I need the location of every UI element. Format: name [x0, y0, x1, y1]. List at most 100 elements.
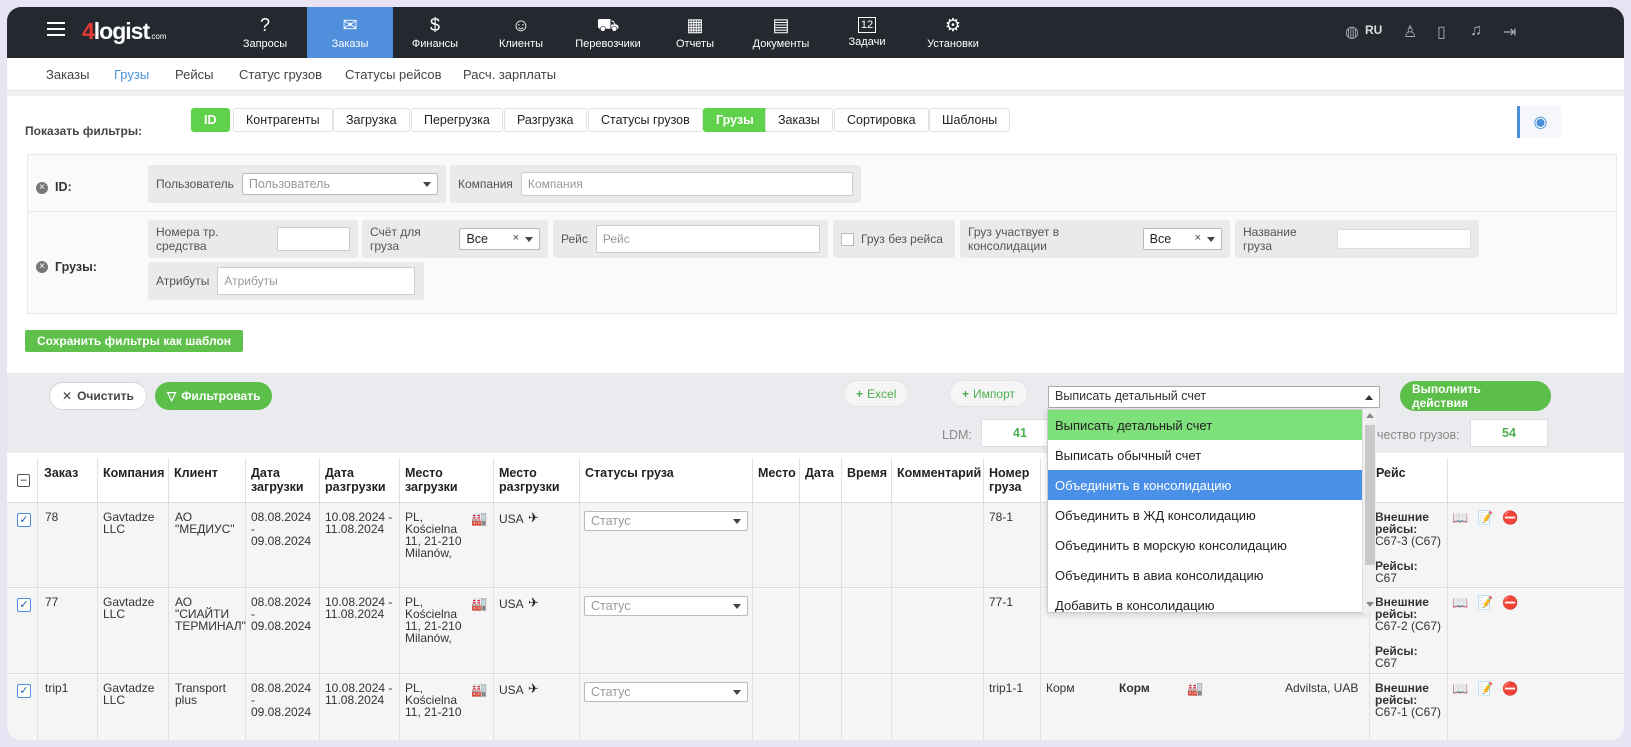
col-unload-date[interactable]: Дата разгрузки	[320, 458, 396, 503]
delete-icon[interactable]: ⛔	[1502, 510, 1518, 526]
logo[interactable]: 4logist.com	[82, 18, 166, 45]
company-input[interactable]: Компания	[520, 172, 853, 196]
nav-clients[interactable]: ☺ Клиенты	[481, 7, 561, 58]
remove-filter-icon[interactable]: ×	[36, 182, 48, 194]
nav-settings[interactable]: ⚙ Установки	[913, 7, 993, 58]
status-select[interactable]: Статус	[584, 596, 748, 616]
warehouse-icon[interactable]: 🏭	[1187, 681, 1203, 697]
dropdown-scrollbar[interactable]	[1362, 409, 1376, 613]
row-checkbox[interactable]: ✓	[17, 513, 31, 527]
warehouse-icon[interactable]: 🏭	[471, 511, 487, 527]
col-order[interactable]: Заказ	[39, 458, 83, 503]
edit-icon[interactable]: 📝	[1477, 510, 1493, 526]
execute-button[interactable]: Выполнить действия	[1400, 381, 1551, 411]
subnav-orders[interactable]: Заказы	[46, 67, 89, 82]
no-trip-checkbox[interactable]	[841, 232, 854, 246]
filter-chip-orders[interactable]: Заказы	[765, 108, 833, 132]
bell-icon[interactable]: ♫	[1470, 22, 1482, 40]
filter-chip-cargo[interactable]: Грузы	[703, 108, 767, 132]
book-icon[interactable]: 📖	[1452, 510, 1468, 526]
clear-button[interactable]: ✕ Очистить	[49, 382, 147, 410]
delete-icon[interactable]: ⛔	[1502, 681, 1518, 697]
trip-input[interactable]: Рейс	[595, 225, 820, 253]
dropdown-option[interactable]: Объединить в морскую консолидацию	[1048, 530, 1366, 560]
dropdown-option[interactable]: Добавить в консолидацию	[1048, 590, 1366, 612]
edit-icon[interactable]: 📝	[1477, 595, 1493, 611]
order-cell[interactable]: 78	[45, 511, 58, 523]
user-icon[interactable]: ♙	[1403, 22, 1417, 42]
subnav-cargo[interactable]: Грузы	[114, 67, 149, 82]
delete-icon[interactable]: ⛔	[1502, 595, 1518, 611]
dropdown-option[interactable]: Выписать обычный счет	[1048, 440, 1366, 470]
col-load-place[interactable]: Место загрузки	[400, 458, 470, 503]
book-icon[interactable]: 📖	[1452, 681, 1468, 697]
robot-icon[interactable]: ◉	[1517, 106, 1561, 138]
remove-filter-icon[interactable]: ×	[36, 261, 48, 273]
col-company[interactable]: Компания	[98, 458, 169, 503]
status-select[interactable]: Статус	[584, 682, 748, 702]
subnav-trips[interactable]: Рейсы	[175, 67, 213, 82]
logout-icon[interactable]: ⇥	[1503, 22, 1516, 42]
select-all-checkbox[interactable]: –	[17, 474, 30, 487]
nav-carriers[interactable]: ⛟ Перевозчики	[567, 7, 649, 58]
filter-chip-unloading[interactable]: Разгрузка	[504, 108, 587, 132]
col-trip[interactable]: Рейс	[1371, 458, 1411, 503]
filter-button[interactable]: ▽ Фильтровать	[155, 382, 273, 410]
dropdown-option[interactable]: Выписать детальный счет	[1048, 410, 1366, 440]
trip-value[interactable]: C67	[1375, 572, 1397, 584]
trip-ext-value[interactable]: C67-3 (C67)	[1375, 535, 1445, 547]
user-select[interactable]: Пользователь	[241, 173, 438, 195]
filter-chip-templates[interactable]: Шаблоны	[929, 108, 1011, 132]
bookmark-icon[interactable]: ▯	[1437, 22, 1446, 42]
warehouse-icon[interactable]: 🏭	[471, 596, 487, 612]
filter-chip-cargo-status[interactable]: Статусы грузов	[588, 108, 703, 132]
filter-chip-reloading[interactable]: Перегрузка	[411, 108, 503, 132]
filter-chip-id[interactable]: ID	[191, 108, 230, 132]
col-cargo-number[interactable]: Номер груза	[984, 458, 1036, 503]
col-cargo-status[interactable]: Статусы груза	[580, 458, 679, 503]
trip-ext-value[interactable]: C67-1 (C67)	[1375, 706, 1445, 718]
edit-icon[interactable]: 📝	[1477, 681, 1493, 697]
filter-chip-sort[interactable]: Сортировка	[834, 108, 929, 132]
subnav-cargo-status[interactable]: Статус грузов	[239, 67, 322, 82]
dropdown-option[interactable]: Объединить в консолидацию	[1048, 470, 1366, 500]
nav-orders[interactable]: ✉ Заказы	[307, 7, 393, 58]
vehicle-input[interactable]	[277, 227, 350, 251]
import-button[interactable]: + Импорт	[949, 380, 1028, 407]
row-checkbox[interactable]: ✓	[17, 684, 31, 698]
filter-chip-loading[interactable]: Загрузка	[333, 108, 410, 132]
nav-finance[interactable]: $ Финансы	[395, 7, 475, 58]
nav-requests[interactable]: ? Запросы	[225, 7, 305, 58]
invoice-select[interactable]: Все ×	[459, 228, 540, 250]
language-switch[interactable]: RU	[1365, 23, 1382, 37]
order-cell[interactable]: trip1	[45, 682, 68, 694]
col-comment[interactable]: Комментарий	[892, 458, 986, 503]
nav-reports[interactable]: ▦ Отчеты	[655, 7, 735, 58]
col-client[interactable]: Клиент	[169, 458, 223, 503]
status-select[interactable]: Статус	[584, 511, 748, 531]
nav-documents[interactable]: ▤ Документы	[741, 7, 821, 58]
filter-chip-counterparties[interactable]: Контрагенты	[233, 108, 333, 132]
warehouse-icon[interactable]: 🏭	[471, 682, 487, 698]
dropdown-option[interactable]: Объединить в авиа консолидацию	[1048, 560, 1366, 590]
globe-icon[interactable]: ◍	[1345, 22, 1359, 42]
col-time[interactable]: Время	[842, 458, 892, 503]
trip-ext-value[interactable]: C67-2 (C67)	[1375, 620, 1445, 632]
consolidation-select[interactable]: Все ×	[1142, 228, 1222, 250]
col-place[interactable]: Место	[753, 458, 801, 503]
attributes-input[interactable]: Атрибуты	[217, 267, 416, 295]
cargo-name-input[interactable]	[1337, 229, 1471, 249]
col-unload-place[interactable]: Место разгрузки	[494, 458, 568, 503]
trip-value[interactable]: C67	[1375, 657, 1397, 669]
col-date[interactable]: Дата	[800, 458, 839, 503]
order-cell[interactable]: 77	[45, 596, 58, 608]
excel-button[interactable]: + Excel	[843, 380, 910, 407]
col-load-date[interactable]: Дата загрузки	[246, 458, 316, 503]
nav-tasks[interactable]: 12 Задачи	[827, 7, 907, 58]
subnav-trip-status[interactable]: Статусы рейсов	[345, 67, 442, 82]
dropdown-option[interactable]: Объединить в ЖД консолидацию	[1048, 500, 1366, 530]
menu-icon[interactable]	[47, 22, 65, 36]
subnav-salary[interactable]: Расч. зарплаты	[463, 67, 556, 82]
book-icon[interactable]: 📖	[1452, 595, 1468, 611]
save-template-button[interactable]: Сохранить фильтры как шаблон	[25, 330, 244, 352]
